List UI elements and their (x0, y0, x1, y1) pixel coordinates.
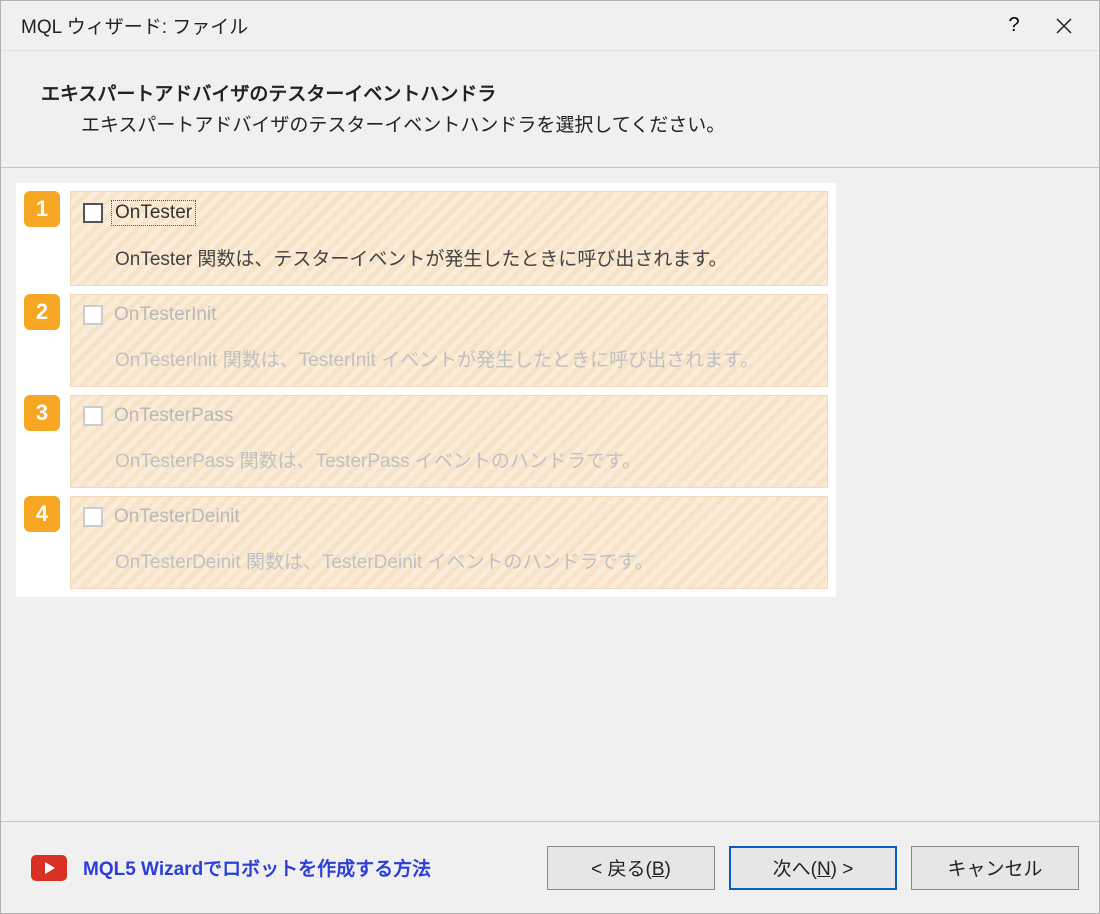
page-subtitle: エキスパートアドバイザのテスターイベントハンドラを選択してください。 (81, 110, 1079, 137)
option-header: OnTester (83, 200, 815, 226)
option-body: OnTesterPass OnTesterPass 関数は、TesterPass… (70, 395, 828, 488)
titlebar: MQL ウィザード: ファイル ? (1, 1, 1099, 51)
close-icon (1055, 17, 1073, 35)
back-button-label: < 戻る(B) (591, 854, 671, 881)
option-label-wrap[interactable]: OnTesterDeinit (111, 505, 243, 529)
option-item: 1 OnTester OnTester 関数は、テスターイベントが発生したときに… (24, 191, 828, 286)
window-title: MQL ウィザード: ファイル (21, 12, 989, 39)
option-label: OnTester (115, 202, 192, 223)
option-checkbox[interactable] (83, 507, 103, 527)
option-header: OnTesterPass (83, 404, 815, 428)
option-item: 3 OnTesterPass OnTesterPass 関数は、TesterPa… (24, 395, 828, 488)
header-section: エキスパートアドバイザのテスターイベントハンドラ エキスパートアドバイザのテスタ… (1, 51, 1099, 168)
footer: MQL5 Wizardでロボットを作成する方法 < 戻る(B) 次へ(N) > … (1, 821, 1099, 913)
option-header: OnTesterInit (83, 303, 815, 327)
option-description: OnTesterDeinit 関数は、TesterDeinit イベントのハンド… (115, 547, 815, 574)
option-body: OnTesterDeinit OnTesterDeinit 関数は、Tester… (70, 496, 828, 589)
option-item: 4 OnTesterDeinit OnTesterDeinit 関数は、Test… (24, 496, 828, 589)
next-button[interactable]: 次へ(N) > (729, 846, 897, 890)
option-description: OnTesterPass 関数は、TesterPass イベントのハンドラです。 (115, 446, 815, 473)
footer-buttons: < 戻る(B) 次へ(N) > キャンセル (547, 846, 1079, 890)
youtube-icon[interactable] (31, 855, 67, 881)
content-area: 1 OnTester OnTester 関数は、テスターイベントが発生したときに… (1, 168, 1099, 821)
option-label-wrap[interactable]: OnTesterPass (111, 404, 236, 428)
option-checkbox[interactable] (83, 203, 103, 223)
option-label-wrap[interactable]: OnTesterInit (111, 303, 219, 327)
options-list: 1 OnTester OnTester 関数は、テスターイベントが発生したときに… (16, 183, 836, 597)
page-title: エキスパートアドバイザのテスターイベントハンドラ (41, 79, 1079, 106)
close-button[interactable] (1039, 6, 1089, 46)
help-link[interactable]: MQL5 Wizardでロボットを作成する方法 (83, 854, 531, 881)
back-button[interactable]: < 戻る(B) (547, 846, 715, 890)
option-number-badge: 1 (24, 191, 60, 227)
option-checkbox[interactable] (83, 305, 103, 325)
option-header: OnTesterDeinit (83, 505, 815, 529)
option-description: OnTester 関数は、テスターイベントが発生したときに呼び出されます。 (115, 244, 815, 271)
help-icon: ? (1008, 14, 1019, 37)
option-body: OnTesterInit OnTesterInit 関数は、TesterInit… (70, 294, 828, 387)
option-label: OnTesterDeinit (114, 506, 240, 527)
option-number-badge: 2 (24, 294, 60, 330)
next-button-label: 次へ(N) > (773, 854, 854, 881)
wizard-window: MQL ウィザード: ファイル ? エキスパートアドバイザのテスターイベントハン… (0, 0, 1100, 914)
play-icon (45, 862, 55, 874)
option-number-badge: 3 (24, 395, 60, 431)
option-body: OnTester OnTester 関数は、テスターイベントが発生したときに呼び… (70, 191, 828, 286)
option-item: 2 OnTesterInit OnTesterInit 関数は、TesterIn… (24, 294, 828, 387)
help-button[interactable]: ? (989, 6, 1039, 46)
option-number-badge: 4 (24, 496, 60, 532)
cancel-button-label: キャンセル (947, 854, 1042, 881)
cancel-button[interactable]: キャンセル (911, 846, 1079, 890)
option-label: OnTesterInit (114, 304, 216, 325)
option-description: OnTesterInit 関数は、TesterInit イベントが発生したときに… (115, 345, 815, 372)
option-label: OnTesterPass (114, 405, 233, 426)
option-checkbox[interactable] (83, 406, 103, 426)
option-label-wrap[interactable]: OnTester (111, 200, 196, 226)
